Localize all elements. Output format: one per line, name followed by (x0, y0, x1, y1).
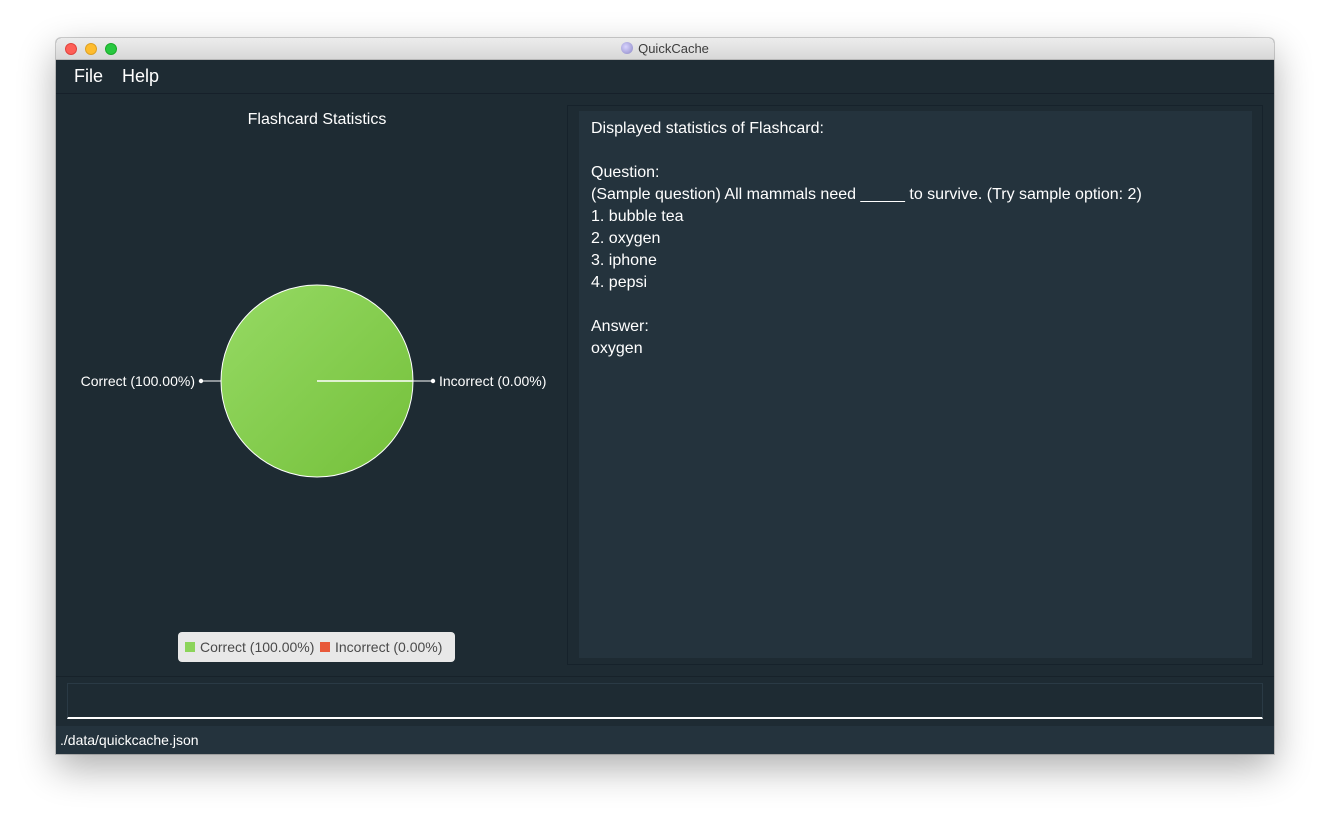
legend-swatch-incorrect (320, 642, 330, 652)
option-2: 2. oxygen (591, 230, 661, 247)
statistics-detail-panel: Displayed statistics of Flashcard: Quest… (567, 105, 1263, 665)
legend-item-correct: Correct (100.00%) (185, 639, 314, 655)
app-window: QuickCache File Help Flashcard Statistic… (56, 38, 1274, 754)
window-title: QuickCache (638, 41, 709, 56)
menu-help[interactable]: Help (122, 66, 159, 87)
option-1: 1. bubble tea (591, 208, 684, 225)
option-3: 3. iphone (591, 252, 657, 269)
answer-text: oxygen (591, 340, 643, 357)
pie-label-incorrect: Incorrect (0.00%) (439, 373, 546, 389)
legend-label-correct: Correct (100.00%) (200, 639, 315, 655)
statistics-header: Displayed statistics of Flashcard: (591, 120, 824, 137)
status-bar: ./data/quickcache.json (56, 726, 1274, 754)
statistics-text-area[interactable]: Displayed statistics of Flashcard: Quest… (579, 111, 1252, 658)
pie-chart: Correct (100.00%) Incorrect (0.00%) (81, 284, 546, 478)
option-4: 4. pepsi (591, 274, 648, 291)
chart-legend: Correct (100.00%) Incorrect (0.00%) (178, 632, 455, 662)
question-label: Question: (591, 164, 660, 181)
answer-label: Answer: (591, 318, 649, 335)
menu-bar: File Help (56, 60, 1274, 94)
title-bar[interactable]: QuickCache (56, 38, 1274, 60)
pie-label-correct: Correct (100.00%) (81, 373, 195, 389)
question-text: (Sample question) All mammals need _____… (591, 186, 1142, 203)
statistics-chart-panel: Flashcard Statistics Correct (100.00%) In… (56, 94, 561, 676)
menu-file[interactable]: File (74, 66, 103, 87)
legend-swatch-correct (185, 642, 195, 652)
pie-label-dot-correct (198, 378, 204, 384)
status-file-path: ./data/quickcache.json (60, 732, 199, 748)
command-input[interactable] (67, 683, 1263, 719)
legend-label-incorrect: Incorrect (0.00%) (335, 639, 443, 655)
window-title-container: QuickCache (56, 41, 1274, 56)
pie-label-dot-incorrect (430, 378, 436, 384)
app-icon (621, 42, 634, 54)
legend-item-incorrect: Incorrect (0.00%) (320, 639, 442, 655)
command-box-area (56, 676, 1274, 726)
